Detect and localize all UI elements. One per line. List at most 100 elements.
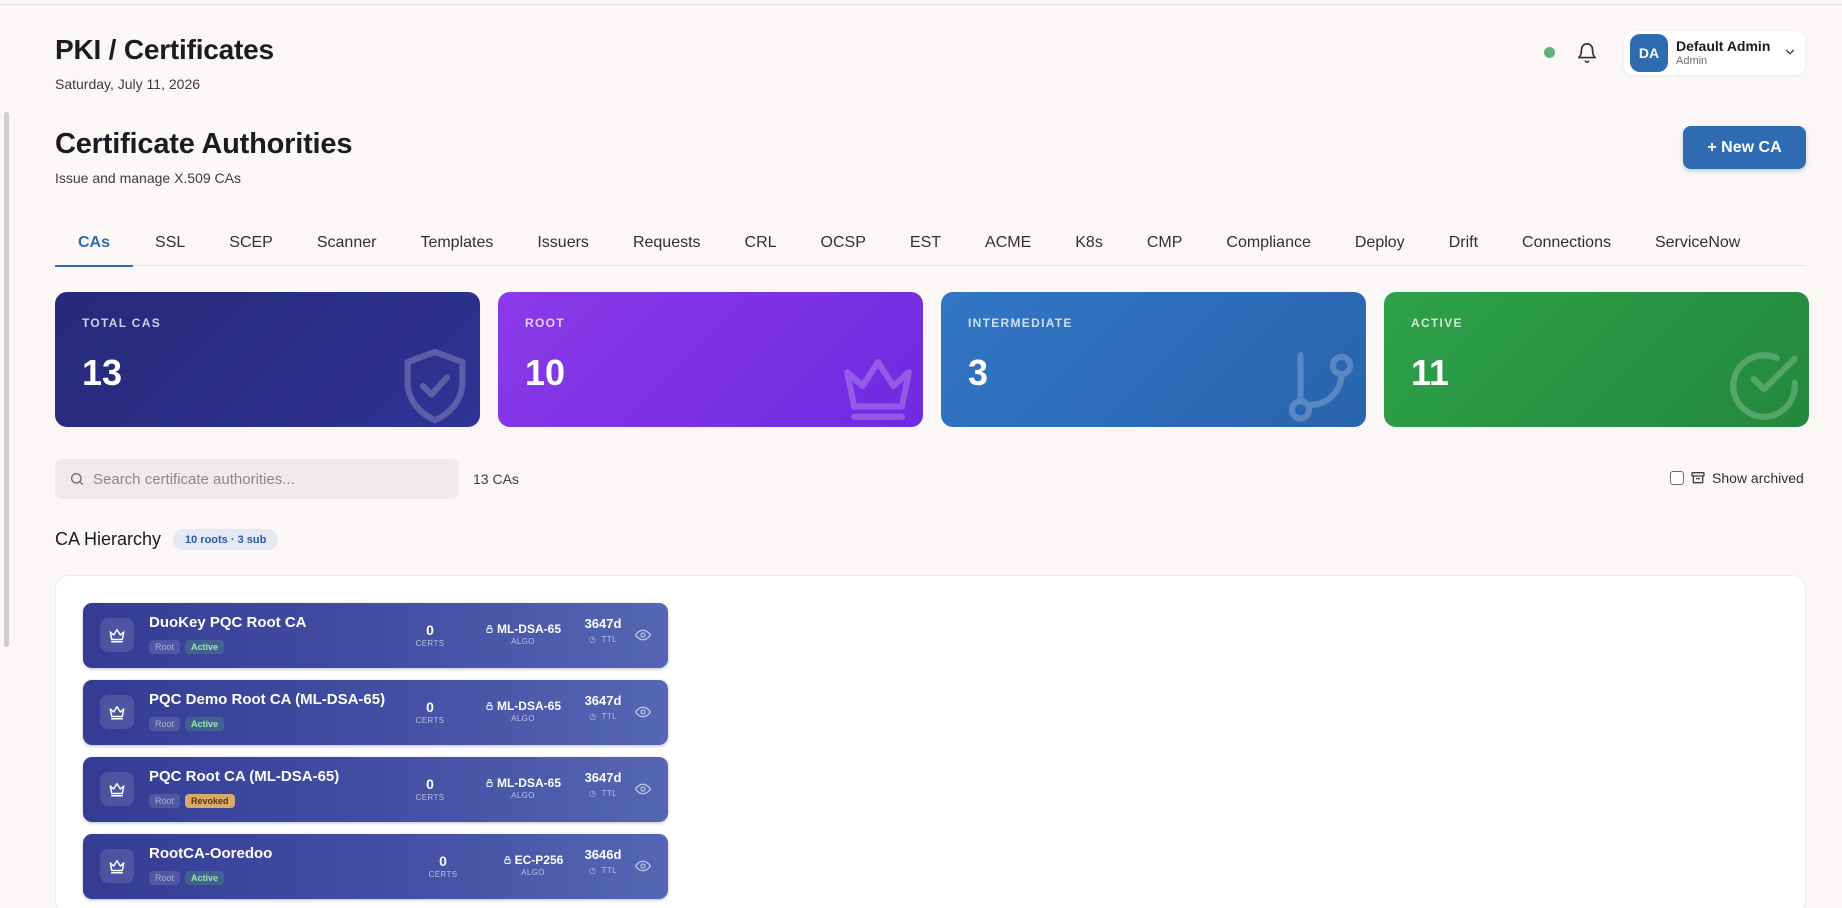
algo-metric: EC-P256 ALGO bbox=[483, 853, 583, 878]
certs-label: CERTS bbox=[415, 793, 445, 802]
ca-name: RootCA-Ooredoo bbox=[149, 845, 273, 862]
eye-icon[interactable] bbox=[635, 705, 651, 719]
ca-status-badge: Revoked bbox=[185, 794, 235, 808]
vertical-scrollbar[interactable] bbox=[4, 112, 9, 647]
show-archived-checkbox[interactable] bbox=[1670, 471, 1684, 485]
bell-icon[interactable] bbox=[1576, 42, 1598, 64]
search-box bbox=[55, 459, 459, 499]
ca-row[interactable]: RootCA-Ooredoo Root Active 0 CERTS EC-P2… bbox=[83, 834, 668, 899]
tab-k8s[interactable]: K8s bbox=[1053, 220, 1125, 266]
stat-label: TOTAL CAS bbox=[82, 316, 162, 330]
archive-icon bbox=[1691, 472, 1705, 484]
stat-value: 11 bbox=[1411, 352, 1450, 393]
tab-servicenow[interactable]: ServiceNow bbox=[1633, 220, 1762, 266]
stat-value: 13 bbox=[82, 352, 123, 393]
clock-icon: ◷ bbox=[588, 712, 602, 721]
tab-templates[interactable]: Templates bbox=[398, 220, 515, 266]
algo-value: ML-DSA-65 bbox=[496, 699, 561, 713]
tab-acme[interactable]: ACME bbox=[963, 220, 1053, 266]
section-title: Certificate Authorities bbox=[55, 128, 353, 160]
show-archived-toggle[interactable]: Show archived bbox=[1670, 470, 1804, 486]
certs-metric: 0 CERTS bbox=[426, 853, 460, 880]
stat-card-intermediate: INTERMEDIATE 3 bbox=[941, 292, 1366, 427]
algo-value: ML-DSA-65 bbox=[496, 776, 561, 790]
crown-icon bbox=[100, 849, 134, 883]
shield-check-icon bbox=[404, 348, 466, 424]
chevron-down-icon bbox=[1785, 49, 1795, 55]
user-name: Default Admin bbox=[1676, 38, 1771, 54]
tab-requests[interactable]: Requests bbox=[611, 220, 723, 266]
stat-label: ACTIVE bbox=[1411, 316, 1463, 330]
tab-crl[interactable]: CRL bbox=[723, 220, 799, 266]
clock-icon: ◷ bbox=[588, 635, 602, 644]
ca-row[interactable]: PQC Demo Root CA (ML-DSA-65) Root Active… bbox=[83, 680, 668, 745]
tab-cmp[interactable]: CMP bbox=[1125, 220, 1205, 266]
eye-icon[interactable] bbox=[635, 859, 651, 873]
user-menu[interactable]: DA Default Admin Admin bbox=[1624, 31, 1805, 75]
clock-icon: ◷ bbox=[588, 789, 602, 798]
ca-name: PQC Root CA (ML-DSA-65) bbox=[149, 768, 340, 785]
algo-value: EC-P256 bbox=[514, 853, 564, 867]
ca-name: PQC Demo Root CA (ML-DSA-65) bbox=[149, 691, 386, 708]
tab-drift[interactable]: Drift bbox=[1427, 220, 1500, 266]
page-title: PKI / Certificates bbox=[55, 34, 274, 65]
ca-type-badge: Root bbox=[149, 794, 181, 808]
search-input[interactable] bbox=[93, 459, 453, 499]
tab-compliance[interactable]: Compliance bbox=[1204, 220, 1332, 266]
ca-status-badge: Active bbox=[185, 871, 225, 885]
certs-value: 0 bbox=[426, 699, 434, 715]
certs-value: 0 bbox=[426, 776, 434, 792]
stat-card-root: ROOT 10 bbox=[498, 292, 923, 427]
tab-cas[interactable]: CAs bbox=[55, 220, 134, 267]
git-branch-icon bbox=[1288, 352, 1354, 422]
ca-row[interactable]: DuoKey PQC Root CA Root Active 0 CERTS M… bbox=[83, 603, 668, 668]
eye-icon[interactable] bbox=[635, 628, 651, 642]
section-subtitle: Issue and manage X.509 CAs bbox=[55, 170, 242, 186]
lock-icon bbox=[486, 702, 493, 710]
eye-icon[interactable] bbox=[635, 782, 651, 796]
tab-ocsp[interactable]: OCSP bbox=[799, 220, 888, 266]
ttl-metric: 3646d ◷ TTL bbox=[578, 848, 628, 876]
ttl-value: 3647d bbox=[584, 770, 622, 785]
ttl-label: TTL bbox=[601, 866, 618, 875]
stat-value: 3 bbox=[968, 352, 989, 393]
tab-deploy[interactable]: Deploy bbox=[1333, 220, 1427, 266]
ttl-value: 3647d bbox=[584, 693, 622, 708]
ttl-label: TTL bbox=[601, 712, 618, 721]
tab-connections[interactable]: Connections bbox=[1500, 220, 1633, 266]
avatar: DA bbox=[1630, 34, 1668, 72]
show-archived-label: Show archived bbox=[1712, 470, 1804, 486]
tab-issuers[interactable]: Issuers bbox=[515, 220, 611, 266]
user-role: Admin bbox=[1676, 55, 1708, 67]
crown-icon bbox=[844, 359, 912, 420]
tab-est[interactable]: EST bbox=[888, 220, 963, 266]
certs-metric: 0 CERTS bbox=[413, 776, 447, 803]
ca-status-badge: Active bbox=[185, 640, 225, 654]
certs-label: CERTS bbox=[415, 716, 445, 725]
connection-status-dot bbox=[1544, 47, 1555, 58]
stat-label: ROOT bbox=[525, 316, 565, 330]
clock-icon: ◷ bbox=[588, 866, 602, 875]
check-circle-icon bbox=[1730, 352, 1798, 420]
algo-metric: ML-DSA-65 ALGO bbox=[473, 776, 573, 801]
algo-metric: ML-DSA-65 ALGO bbox=[473, 622, 573, 647]
ttl-value: 3647d bbox=[584, 616, 622, 631]
tab-scanner[interactable]: Scanner bbox=[295, 220, 399, 266]
ca-type-badge: Root bbox=[149, 717, 181, 731]
tab-bar: CAs SSL SCEP Scanner Templates Issuers R… bbox=[55, 220, 1806, 267]
stat-label: INTERMEDIATE bbox=[968, 316, 1073, 330]
hierarchy-count-badge: 10 roots · 3 sub bbox=[173, 529, 279, 550]
new-ca-button[interactable]: + New CA bbox=[1683, 126, 1806, 169]
tab-scep[interactable]: SCEP bbox=[207, 220, 295, 266]
algo-metric: ML-DSA-65 ALGO bbox=[473, 699, 573, 724]
stat-card-active: ACTIVE 11 bbox=[1384, 292, 1809, 427]
algo-label: ALGO bbox=[511, 714, 535, 723]
certs-value: 0 bbox=[439, 853, 447, 869]
ca-row[interactable]: PQC Root CA (ML-DSA-65) Root Revoked 0 C… bbox=[83, 757, 668, 822]
ttl-metric: 3647d ◷ TTL bbox=[578, 771, 628, 799]
ttl-metric: 3647d ◷ TTL bbox=[578, 694, 628, 722]
lock-icon bbox=[486, 779, 493, 787]
algo-value: ML-DSA-65 bbox=[496, 622, 561, 636]
crown-icon bbox=[100, 618, 134, 652]
tab-ssl[interactable]: SSL bbox=[133, 220, 207, 266]
